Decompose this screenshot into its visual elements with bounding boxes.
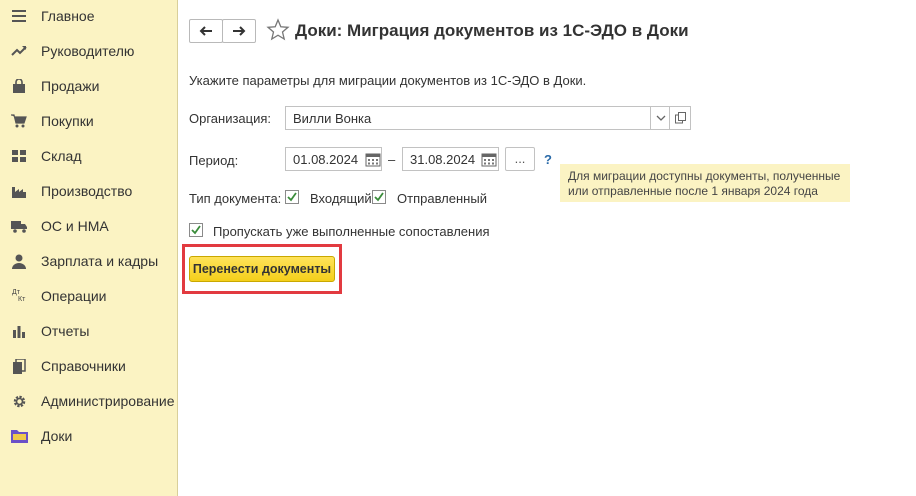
organization-value: Вилли Вонка [293,111,372,126]
favorite-star-icon[interactable] [266,18,290,42]
back-button[interactable] [189,19,223,43]
sidebar-item-warehouse[interactable]: Склад [0,141,177,171]
bar-chart-icon [10,323,28,339]
factory-icon [10,183,28,199]
sidebar-item-label: Администрирование [41,393,175,409]
cart-icon [10,113,28,129]
checkmark-icon [287,192,297,202]
date-to-calendar-button[interactable] [477,147,500,171]
skip-label[interactable]: Пропускать уже выполненные сопоставления [213,224,490,239]
sidebar-item-manager[interactable]: Руководителю [0,36,177,66]
incoming-checkbox[interactable] [285,190,299,204]
sent-label[interactable]: Отправленный [397,191,487,206]
sidebar-item-docs[interactable]: Доки [0,421,177,451]
sidebar-item-label: Отчеты [41,323,90,339]
skip-checkbox[interactable] [189,223,203,237]
sidebar-item-label: Руководителю [41,43,135,59]
credit-label: Кт [18,296,26,303]
incoming-label[interactable]: Входящий [310,191,372,206]
period-select-button[interactable]: ... [505,147,535,171]
warehouse-icon [10,148,28,164]
organization-field[interactable]: Вилли Вонка [285,106,670,130]
hamburger-icon [10,8,28,24]
sidebar: Главное Руководителю Продажи Покупки Скл… [0,0,178,496]
sidebar-item-fixed-assets[interactable]: ОС и НМА [0,211,177,241]
organization-label: Организация: [189,111,272,126]
organization-open-button[interactable] [669,106,691,130]
debit-credit-icon: Дт Кт [10,288,28,304]
sidebar-item-sales[interactable]: Продажи [0,71,177,101]
sidebar-item-label: ОС и НМА [41,218,109,234]
sidebar-item-label: Продажи [41,78,100,94]
sidebar-item-label: Производство [41,183,133,199]
checkmark-icon [374,192,384,202]
sidebar-item-salary[interactable]: Зарплата и кадры [0,246,177,276]
debit-label: Дт [12,289,20,296]
sidebar-item-label: Склад [41,148,82,164]
chevron-down-icon [656,115,665,121]
sidebar-item-production[interactable]: Производство [0,176,177,206]
date-separator: – [388,152,396,167]
arrow-right-icon [233,26,246,36]
sidebar-item-main[interactable]: Главное [0,1,177,31]
form-hint: Укажите параметры для миграции документо… [189,73,587,88]
date-to-value: 31.08.2024 [410,152,476,167]
sidebar-item-label: Доки [41,428,73,444]
sidebar-item-administration[interactable]: Администрирование [0,386,177,416]
date-from-calendar-button[interactable] [361,147,384,171]
sent-checkbox[interactable] [372,190,386,204]
sidebar-item-purchases[interactable]: Покупки [0,106,177,136]
truck-icon [10,218,28,234]
sidebar-item-label: Покупки [41,113,94,129]
copy-icon [674,112,686,124]
forward-button[interactable] [222,19,256,43]
folder-icon [10,428,28,444]
help-icon[interactable]: ? [544,152,552,167]
sidebar-item-reports[interactable]: Отчеты [0,316,177,346]
checkmark-icon [191,225,201,235]
page-title: Доки: Миграция документов из 1С-ЭДО в До… [295,21,689,40]
date-from-value: 01.08.2024 [293,152,359,167]
sidebar-item-label: Справочники [41,358,126,374]
gear-icon [10,393,28,409]
shopping-bag-icon [10,78,28,94]
arrow-left-icon [199,26,212,36]
calendar-icon [481,153,496,166]
period-label: Период: [189,153,239,168]
doc-type-label: Тип документа: [189,191,282,206]
sidebar-item-label: Главное [41,8,95,24]
transfer-documents-button[interactable]: Перенести документы [189,256,335,282]
period-tooltip: Для миграции доступны документы, получен… [560,164,850,202]
sidebar-item-directories[interactable]: Справочники [0,351,177,381]
sidebar-item-label: Операции [41,288,107,304]
sidebar-item-label: Зарплата и кадры [41,253,159,269]
books-icon [10,358,28,374]
organization-dropdown-button[interactable] [650,106,670,130]
calendar-icon [365,153,380,166]
person-icon [10,253,28,269]
sidebar-item-operations[interactable]: Дт Кт Операции [0,281,177,311]
trend-icon [10,43,28,59]
